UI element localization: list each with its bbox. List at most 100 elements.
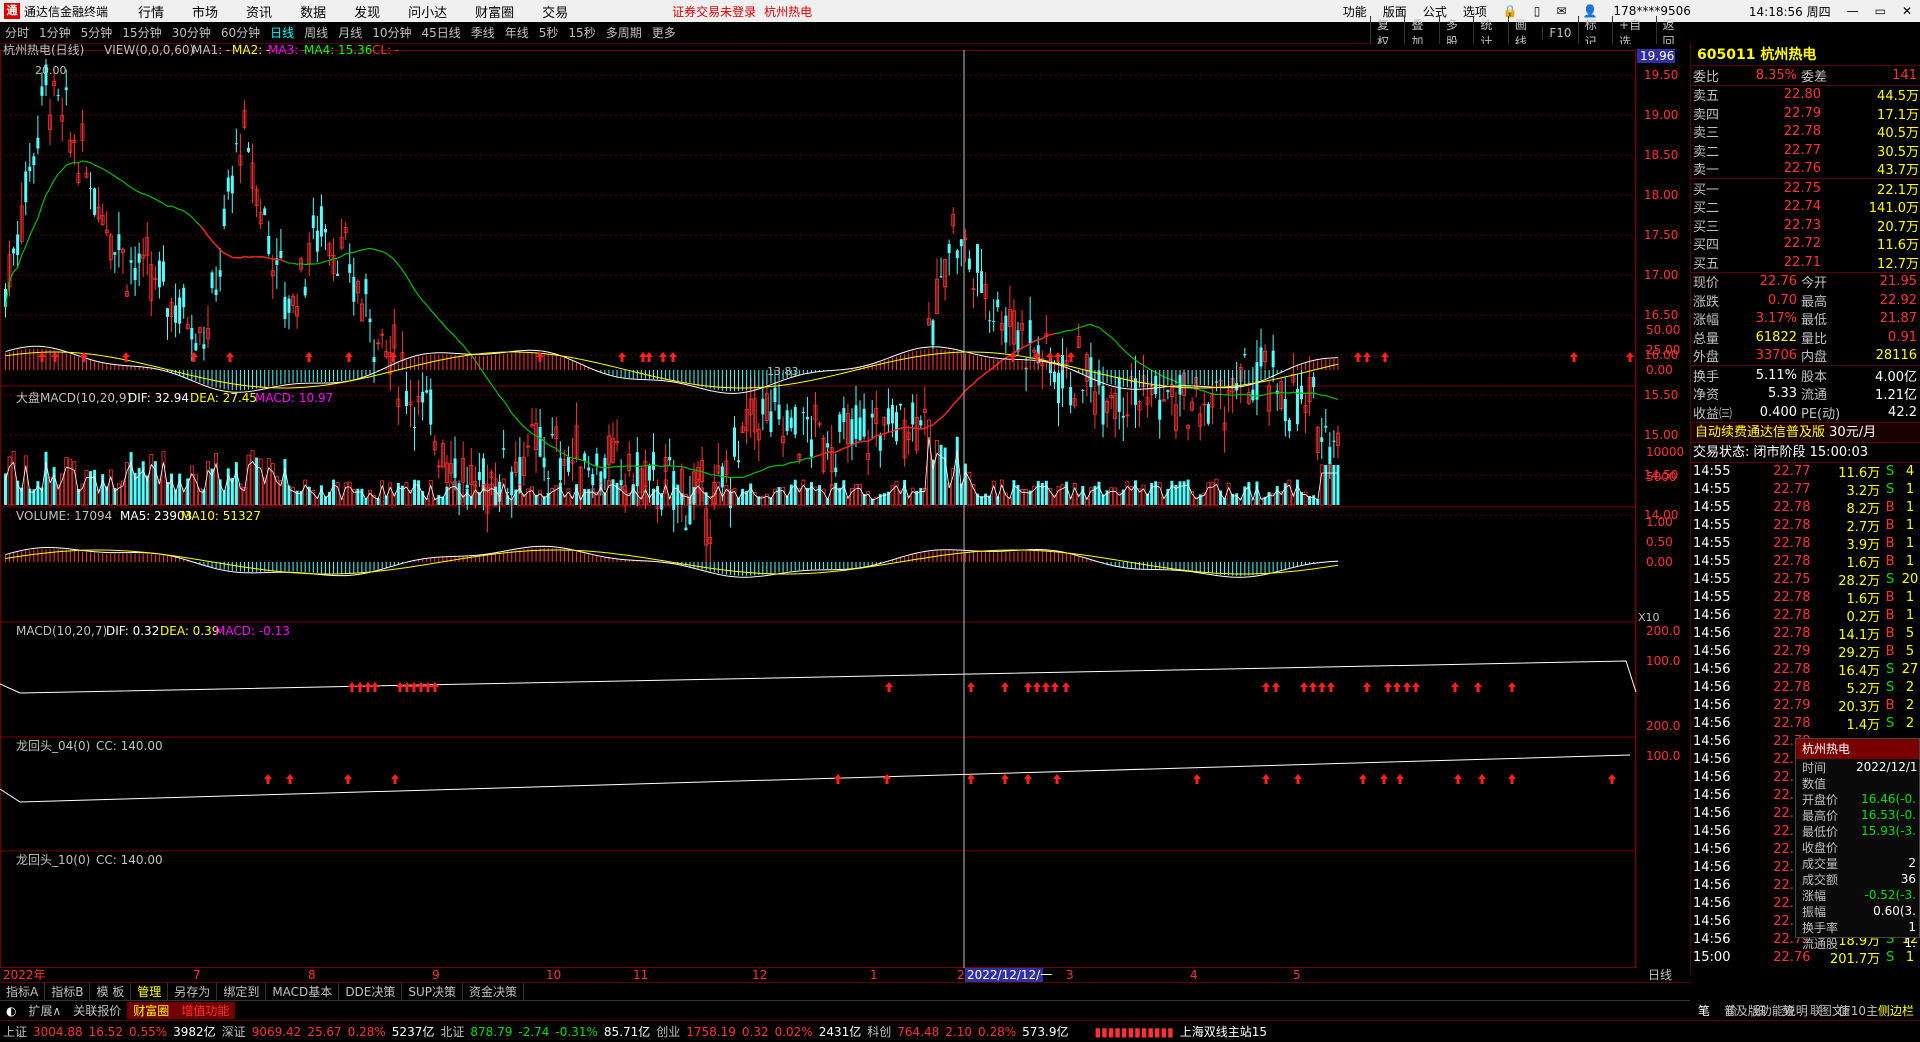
period-5min[interactable]: 5分钟 (81, 24, 113, 41)
period-30min[interactable]: 30分钟 (172, 24, 211, 41)
candle-body (992, 320, 996, 322)
tab-fund[interactable]: 资金决策 (463, 983, 525, 1000)
tab-template[interactable]: 模 板 (90, 983, 132, 1000)
menu-function[interactable]: 功能 (1343, 3, 1367, 20)
period-15sec[interactable]: 15秒 (568, 24, 595, 41)
volume-bar (732, 487, 737, 506)
popup-row: 最低价 15.93(-3. (1796, 823, 1919, 839)
period-5sec[interactable]: 5秒 (539, 24, 559, 41)
ask-row[interactable]: 卖二 22.77 30.5万 (1691, 141, 1920, 160)
rp-tab-1[interactable]: 价 (1718, 1002, 1746, 1019)
volume-bar (266, 458, 271, 506)
weibi-value: 8.35% (1755, 67, 1797, 83)
tab-indicator-a[interactable]: 指标A (0, 983, 46, 1000)
bz-label[interactable]: 北证 (440, 1023, 464, 1040)
tab-wealth[interactable]: 财富圈 (127, 1002, 176, 1019)
period-daily[interactable]: 日线 (270, 24, 294, 41)
tick-time: 14:56 (1693, 860, 1731, 875)
menu-market[interactable]: 市场 (192, 2, 218, 21)
menu-quotes[interactable]: 行情 (138, 2, 164, 21)
volume-bar (465, 488, 469, 505)
ask-row[interactable]: 卖四 22.79 17.1万 (1691, 104, 1920, 123)
tab-sup[interactable]: SUP决策 (402, 983, 464, 1000)
period-quarter[interactable]: 季线 (471, 24, 495, 41)
tab-bind-to[interactable]: 绑定到 (217, 983, 267, 1000)
kc-label[interactable]: 科创 (867, 1023, 891, 1040)
tab-save-as[interactable]: 另存为 (168, 983, 218, 1000)
maximize-icon[interactable]: ▭ (1875, 4, 1886, 18)
tab-manage[interactable]: 管理 (131, 983, 169, 1000)
tab-macd-basic[interactable]: MACD基本 (266, 983, 340, 1000)
ask-label: 卖一 (1693, 163, 1720, 179)
tab-indicator-b[interactable]: 指标B (45, 983, 91, 1000)
tab-dde[interactable]: DDE决策 (339, 983, 403, 1000)
tab-related-quote[interactable]: 关联报价 (67, 1002, 127, 1019)
kline-chart-area[interactable]: 杭州热电(日线) VIEW(0,0,0,60) MA1: - MA2: - MA… (0, 44, 1690, 968)
period-year[interactable]: 年线 (505, 24, 529, 41)
rp-tab-6[interactable]: 主 (1858, 1002, 1886, 1019)
rp-tab-2[interactable]: 细 (1746, 1002, 1774, 1019)
close-icon[interactable]: ✕ (1902, 4, 1912, 18)
minimize-icon[interactable]: — (1847, 4, 1859, 18)
main-legend-ma2: MA2: - (232, 44, 270, 57)
menu-news[interactable]: 资讯 (246, 2, 272, 21)
tool-f10[interactable]: F10 (1542, 26, 1577, 40)
menu-data[interactable]: 数据 (300, 2, 326, 21)
period-more[interactable]: 更多 (652, 24, 676, 41)
period-45day[interactable]: 45日线 (421, 24, 460, 41)
period-monthly[interactable]: 月线 (338, 24, 362, 41)
period-weekly[interactable]: 周线 (304, 24, 328, 41)
period-1min[interactable]: 1分钟 (39, 24, 71, 41)
period-15min[interactable]: 15分钟 (122, 24, 161, 41)
volume-bar (189, 465, 194, 506)
toggle-icon[interactable]: ◐ (0, 1004, 22, 1018)
bid-row[interactable]: 买五 22.71 12.7万 (1691, 253, 1920, 272)
bid-price: 22.72 (1783, 236, 1821, 252)
popup-key: 振幅 (1802, 904, 1827, 919)
volume-bar (530, 486, 534, 506)
bid-row[interactable]: 买四 22.72 11.6万 (1691, 235, 1920, 253)
rp-tab-0[interactable]: 笔 (1690, 1002, 1718, 1019)
menu-wealth[interactable]: 财富圈 (475, 2, 514, 21)
volume-bar (724, 484, 729, 506)
menu-ask[interactable]: 问小达 (408, 2, 447, 21)
rp-tab-4[interactable]: 联 (1802, 1002, 1830, 1019)
bid-row[interactable]: 买一 22.75 22.1万 (1691, 179, 1920, 198)
bid-row[interactable]: 买三 22.73 20.7万 (1691, 216, 1920, 235)
period-multi[interactable]: 多周期 (606, 24, 642, 41)
rp-tab-5[interactable]: 值 (1830, 1002, 1858, 1019)
ask-row[interactable]: 卖一 22.76 43.7万 (1691, 160, 1920, 179)
message-icon[interactable]: ✉ (1556, 4, 1566, 18)
ask-row[interactable]: 卖五 22.80 44.5万 (1691, 86, 1920, 104)
period-intraday[interactable]: 分时 (5, 24, 29, 41)
signal-arrow (417, 682, 425, 692)
stock-code-name: 605011 杭州热电 (1691, 44, 1920, 66)
server-name[interactable]: 上海双线主站15 (1180, 1023, 1267, 1040)
ask-row[interactable]: 卖三 22.78 40.5万 (1691, 123, 1920, 141)
sh-label[interactable]: 上证 (3, 1023, 27, 1040)
volume-bar (101, 474, 105, 505)
ad-banner[interactable]: 自动续费通达信普及版 30元/月 (1691, 421, 1920, 442)
menu-discover[interactable]: 发现 (354, 2, 380, 21)
tick-count: 2 (1905, 716, 1915, 731)
volume-bar (32, 489, 36, 505)
candle-body (323, 229, 327, 233)
cy-label[interactable]: 创业 (656, 1023, 680, 1040)
sz-label[interactable]: 深证 (222, 1023, 246, 1040)
signal-arrow (1001, 682, 1009, 692)
tick-count: 20 (1901, 572, 1919, 587)
tab-extend[interactable]: 扩展∧ (22, 1002, 67, 1019)
ma-red-segment (199, 224, 286, 263)
signal-arrow (1363, 352, 1371, 362)
rp-tab-3[interactable]: 势 (1774, 1002, 1802, 1019)
signal-arrow (1478, 774, 1486, 784)
bar-info-popup[interactable]: 杭州热电 时间 2022/12/1 数值 开盘价 16.46(-0. 最高价 16.53(-… (1795, 738, 1920, 951)
menu-trade[interactable]: 交易 (542, 2, 568, 21)
stat-value: 0.70 (1768, 292, 1797, 308)
tab-value-added[interactable]: 增值功能 (175, 1002, 236, 1019)
volume-bar (558, 482, 562, 505)
period-60min[interactable]: 60分钟 (221, 24, 260, 41)
period-10min[interactable]: 10分钟 (372, 24, 411, 41)
login-warning[interactable]: 证券交易未登录 (672, 3, 756, 20)
bid-row[interactable]: 买二 22.74 141.0万 (1691, 198, 1920, 216)
